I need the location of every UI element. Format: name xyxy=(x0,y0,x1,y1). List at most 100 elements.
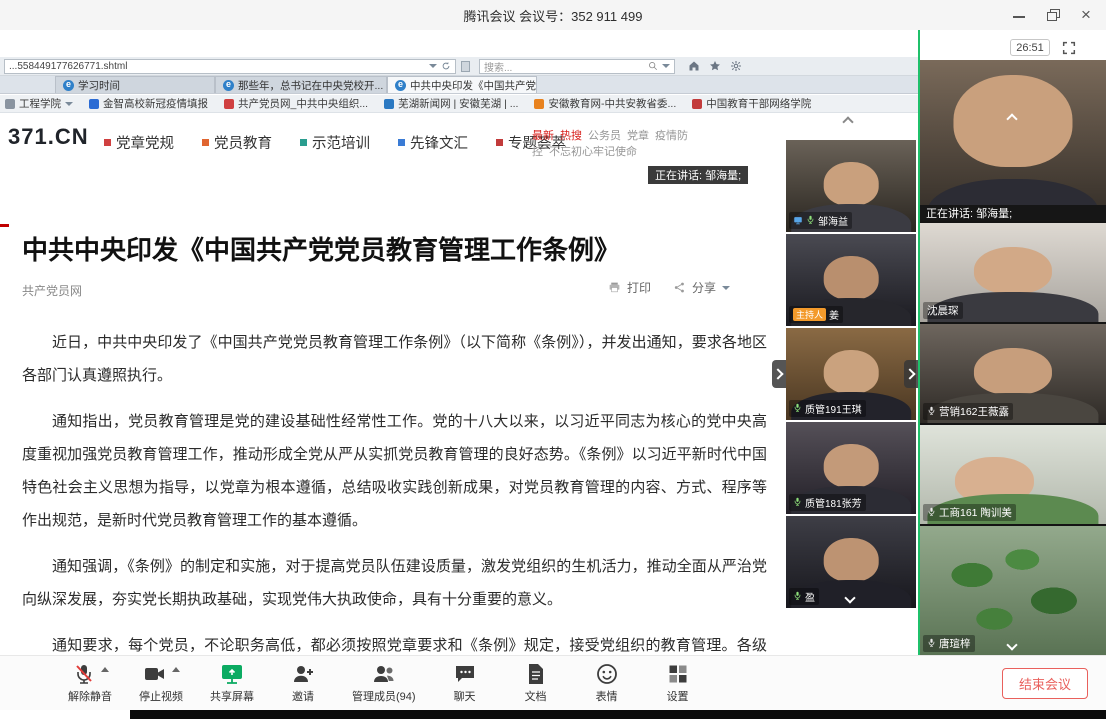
taskbar-strip xyxy=(130,710,1106,719)
nav-item: 党章党规 xyxy=(104,132,174,153)
video-tile-host[interactable]: 主持人 姜 xyxy=(786,234,916,326)
article-title: 中共中央印发《中国共产党党员教育管理工作条例》 xyxy=(22,230,722,267)
window-controls xyxy=(1012,0,1094,30)
mic-on-icon xyxy=(927,406,936,418)
close-icon[interactable] xyxy=(1080,8,1094,22)
document-icon xyxy=(524,662,548,686)
speaking-now-label: 正在讲话: 邹海量; xyxy=(920,205,1106,221)
nav-bullet-icon xyxy=(300,139,307,146)
mic-on-icon xyxy=(793,403,802,415)
floating-video-strip: 邹海益 主持人 姜 质管191王琪 xyxy=(786,140,916,608)
video-tile-shenchenchen[interactable]: 沈晨琛 xyxy=(920,223,1106,322)
browser-tab-2: 那些年，总书记在中央党校开... xyxy=(215,76,387,93)
chevron-right-icon xyxy=(772,368,783,379)
fullscreen-button[interactable] xyxy=(1060,39,1078,57)
speaking-banner: 正在讲话: 邹海量; xyxy=(648,166,748,184)
tile-name-label: 营销162王薇露 xyxy=(923,403,1013,420)
panel-collapse-handle[interactable] xyxy=(904,360,918,388)
article-body: 近日，中共中央印发了《中国共产党党员教育管理工作条例》（以下简称《条例》），并发… xyxy=(22,326,767,655)
article-paragraph: 近日，中共中央印发了《中国共产党党员教育管理工作条例》（以下简称《条例》），并发… xyxy=(22,326,767,392)
bookmark-item: 中国教育干部网络学院 xyxy=(692,96,811,111)
video-tile-wangweilu[interactable]: 营销162王薇露 xyxy=(920,324,1106,423)
layout-grid-icon xyxy=(666,662,690,686)
mic-on-icon xyxy=(927,507,936,519)
print-label: 打印 xyxy=(627,279,651,296)
strip-scroll-up-icon[interactable] xyxy=(842,116,853,127)
favicon xyxy=(224,99,234,109)
ie-icon xyxy=(223,80,234,91)
article-paragraph: 通知强调，《条例》的制定和实施，对于提高党员队伍建设质量，激发党组织的生机活力，… xyxy=(22,550,767,616)
site-red-accent xyxy=(0,224,9,227)
article-paragraph: 通知要求，每个党员，不论职务高低，都必须按照党章要求和《条例》规定，接受党组织的… xyxy=(22,629,767,655)
video-tile-tangxuanzi[interactable]: 唐瑄梓 xyxy=(920,526,1106,655)
meeting-toolbar: 解除静音 停止视频 共享屏幕 邀请 管理成员(94) xyxy=(0,655,1106,710)
url-field: ...558449177626771.shtml xyxy=(4,59,456,74)
tencent-meeting-window: 腾讯会议 会议号：352 911 499 26:51 ...5584491776… xyxy=(0,0,1106,719)
video-tile-zouhaiyi[interactable]: 邹海益 xyxy=(786,140,916,232)
favicon xyxy=(89,99,99,109)
invite-person-icon xyxy=(291,662,315,686)
share-dropdown-icon xyxy=(722,286,730,290)
nav-item: 先锋文汇 xyxy=(398,132,468,153)
nav-bullet-icon xyxy=(202,139,209,146)
members-icon xyxy=(372,662,396,686)
end-meeting-button[interactable]: 结束会议 xyxy=(1002,668,1088,699)
site-nav: 党章党规 党员教育 示范培训 先锋文汇 专题荟萃 xyxy=(104,132,566,153)
gear-icon xyxy=(730,60,742,72)
invite-button[interactable]: 邀请 xyxy=(281,662,325,704)
article-source: 共产党员网 xyxy=(22,282,82,299)
mic-options-arrow[interactable] xyxy=(101,667,109,672)
site-hot-links: 最新热搜公务员党章疫情防控不忘初心牢记使命 xyxy=(532,128,702,160)
fullscreen-icon xyxy=(1061,40,1077,56)
stop-video-button[interactable]: 停止视频 xyxy=(139,662,183,704)
bookmark-item: 工程学院 xyxy=(5,96,73,111)
meeting-timer: 26:51 xyxy=(1010,39,1050,56)
strip-collapse-handle[interactable] xyxy=(772,360,786,388)
video-tile-ying[interactable]: 盈 xyxy=(786,516,916,608)
mic-on-icon xyxy=(793,497,802,509)
url-dropdown-icon xyxy=(429,64,437,68)
chat-button[interactable]: 聊天 xyxy=(443,662,487,704)
video-tile-zhangfang[interactable]: 质管181张芳 xyxy=(786,422,916,514)
share-label: 分享 xyxy=(692,279,716,296)
active-speaker-tile[interactable] xyxy=(920,60,1106,205)
browser-action-icons xyxy=(688,60,742,72)
bookmark-item: 芜湖新闻网 | 安徽芜湖 | ... xyxy=(384,96,518,111)
browser-address-bar: ...558449177626771.shtml 搜索... xyxy=(0,57,918,76)
unmute-button[interactable]: 解除静音 xyxy=(68,662,112,704)
mic-on-icon xyxy=(793,591,802,603)
chevron-right-icon xyxy=(904,368,915,379)
camera-options-arrow[interactable] xyxy=(172,667,180,672)
nav-bullet-icon xyxy=(104,139,111,146)
video-tile-wangqi[interactable]: 质管191王琪 xyxy=(786,328,916,420)
favicon xyxy=(5,99,15,109)
host-badge: 主持人 xyxy=(793,308,826,321)
screen-share-mini-icon xyxy=(793,216,803,225)
chat-icon xyxy=(453,662,477,686)
search-dropdown-icon xyxy=(662,64,670,68)
bookmark-item: 安徽教育网-中共安教省委... xyxy=(534,96,676,111)
favicon xyxy=(534,99,544,109)
favicon xyxy=(384,99,394,109)
shared-screen-video: ...558449177626771.shtml 搜索... xyxy=(0,30,918,655)
restore-icon[interactable] xyxy=(1046,8,1060,22)
manage-members-button[interactable]: 管理成员(94) xyxy=(352,662,416,704)
share-screen-button[interactable]: 共享屏幕 xyxy=(210,662,254,704)
emoji-button[interactable]: 表情 xyxy=(585,662,629,704)
home-icon xyxy=(688,60,700,72)
docs-button[interactable]: 文档 xyxy=(514,662,558,704)
tile-name-label: 唐瑄梓 xyxy=(923,635,975,652)
tile-name-label: 工商161 陶训美 xyxy=(923,504,1016,521)
compatibility-view-icon xyxy=(461,61,470,72)
participants-video-panel: 正在讲话: 邹海量; 沈晨琛 营销162王薇露 工商161 陶训美 xyxy=(920,60,1106,655)
refresh-icon xyxy=(441,61,451,71)
tab-label: 中共中央印发《中国共产党... xyxy=(410,78,537,93)
nav-bullet-icon xyxy=(496,139,503,146)
bookmark-item: 金智高校新冠疫情填报 xyxy=(89,96,208,111)
settings-button[interactable]: 设置 xyxy=(656,662,700,704)
site-logo: 371.CN xyxy=(8,124,89,150)
favorites-star-icon xyxy=(709,60,721,72)
search-field: 搜索... xyxy=(479,59,675,74)
minimize-icon[interactable] xyxy=(1012,8,1026,22)
video-tile-taoxunmei[interactable]: 工商161 陶训美 xyxy=(920,425,1106,524)
